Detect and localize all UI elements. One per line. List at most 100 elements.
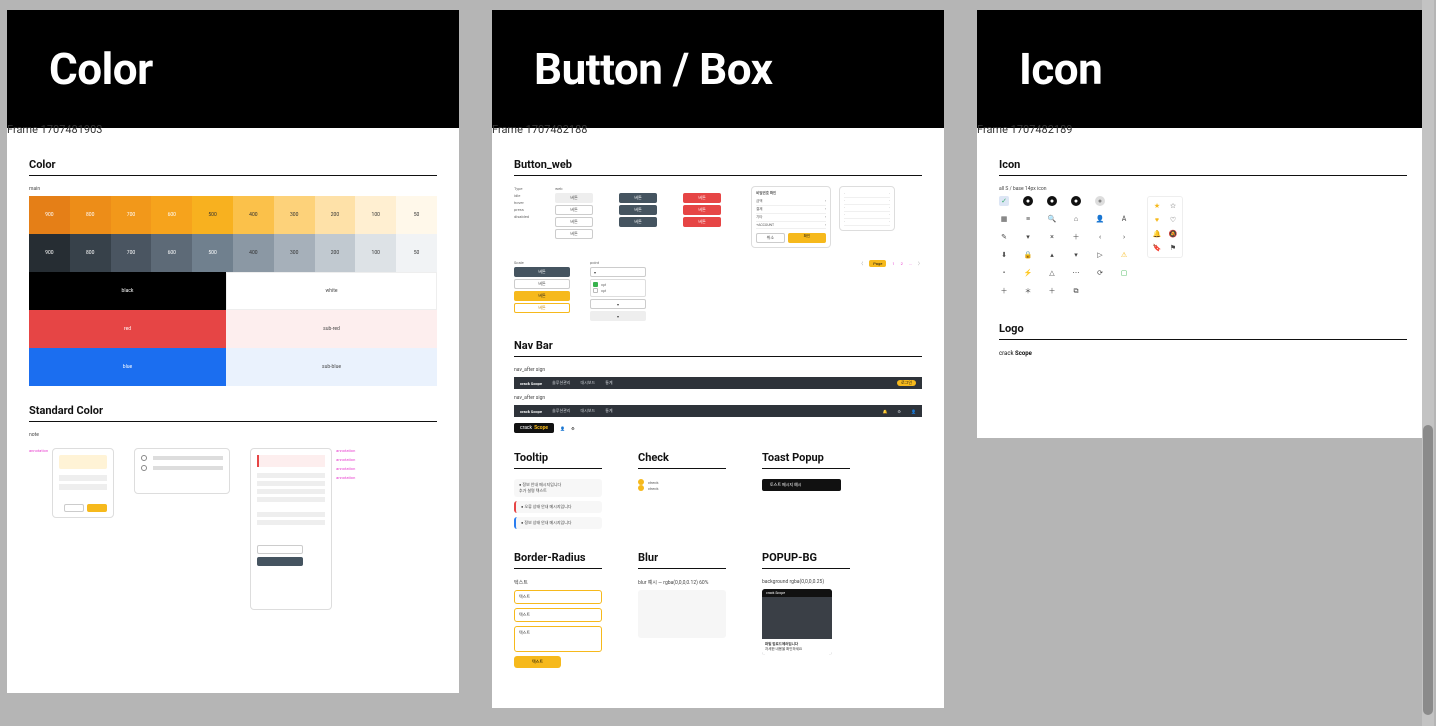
frame-icon[interactable]: Icon Frame 1707482189 Icon all S / base … [977,10,1429,716]
gear-icon[interactable]: ⚙ [897,409,901,414]
swatch[interactable]: 600 [151,234,192,272]
bolt-icon[interactable]: ⚡ [1023,268,1033,278]
scrollbar-thumb[interactable] [1423,425,1433,715]
nav-item[interactable]: 솔루션관리 [552,380,570,386]
swatch-black[interactable]: black [29,272,226,310]
confirm-button[interactable]: 확인 [788,233,827,243]
chevron-left-icon[interactable]: ‹ [1095,232,1105,242]
button[interactable]: 버튼 [619,193,657,203]
swatch[interactable]: 900 [29,196,70,234]
font-icon[interactable]: A [1119,214,1129,224]
download-icon[interactable]: ⬇ [999,250,1009,260]
button[interactable]: 버튼 [555,229,593,239]
check-square-icon[interactable]: ✓ [999,196,1009,206]
panel-button[interactable]: Button_web Type idle hover press disable… [492,128,944,708]
check-row[interactable]: check [638,485,726,491]
button[interactable]: 버튼 [555,217,593,227]
refresh-icon[interactable]: ⟳ [1095,268,1105,278]
warning-icon[interactable]: ⚠ [1119,250,1129,260]
button[interactable]: 버튼 [514,303,570,313]
edit-icon[interactable]: ✎ [999,232,1009,242]
button[interactable]: 버튼 [514,279,570,289]
swatch[interactable]: 400 [233,234,274,272]
swatch[interactable]: 100 [355,196,396,234]
dropdown[interactable]: ▾ [590,267,646,277]
bell-icon[interactable]: 🔕 [1168,229,1178,239]
figma-canvas[interactable]: Color Frame 1707481903 Color main 900 80… [0,0,1436,726]
secondary-button[interactable] [257,545,303,554]
close-icon[interactable]: × [1047,232,1057,242]
cancel-button[interactable]: 취소 [756,233,785,243]
swatch[interactable]: 800 [70,234,111,272]
bell-icon[interactable]: 🔔 [882,409,887,414]
panel-color[interactable]: Color main 900 800 700 600 500 400 300 2… [7,128,459,693]
dropdown[interactable]: ▾ [590,299,646,309]
primary-button[interactable] [257,557,303,566]
navbar[interactable]: crack Scope 솔루션관리 대시보드 통계 로그인 [514,377,922,389]
home-icon[interactable]: ⌂ [1071,214,1081,224]
circle-dark-icon[interactable]: ● [1023,196,1033,206]
login-button[interactable]: 로그인 [897,380,916,386]
vertical-scrollbar[interactable] [1422,0,1434,726]
swatch[interactable]: 200 [315,196,356,234]
swatch[interactable]: 600 [151,196,192,234]
swatch[interactable]: 900 [29,234,70,272]
nav-item[interactable]: 대시보드 [580,408,595,414]
swatch-red[interactable]: red [29,310,226,348]
play-icon[interactable]: ▷ [1095,250,1105,260]
square-green-icon[interactable]: ▢ [1119,268,1129,278]
mock-card[interactable] [52,448,114,518]
swatch-subred[interactable]: sub-red [226,310,437,348]
flag-icon[interactable]: ⚑ [1168,243,1178,253]
bell-icon[interactable]: 🔔 [1152,229,1162,239]
grid-icon[interactable]: ▦ [999,214,1009,224]
copy-icon[interactable]: ⧉ [1071,286,1081,296]
swatch[interactable]: 300 [274,234,315,272]
swatch[interactable]: 200 [315,234,356,272]
button[interactable]: 버튼 [555,205,593,215]
dot-icon[interactable]: • [999,268,1009,278]
chevron-down-icon[interactable]: ▾ [1071,250,1081,260]
swatch[interactable]: 500 [192,196,233,234]
swatch[interactable]: 800 [70,196,111,234]
list-icon[interactable]: ≡ [1023,214,1033,224]
popup-bg-demo[interactable]: crack Scope 파일 업로드에러입니다 자세한 내용을 확인하세요 [762,589,832,655]
swatch-blue[interactable]: blue [29,348,226,386]
user-icon[interactable]: 👤 [560,426,565,431]
pager-page[interactable]: Page [869,260,886,267]
swatch[interactable]: 400 [233,196,274,234]
plus-icon[interactable]: ＋ [1071,232,1081,242]
nav-item[interactable]: 대시보드 [580,380,595,386]
swatch[interactable]: 50 [396,234,437,272]
nav-item[interactable]: 통계 [605,408,612,414]
pager-n[interactable]: 2 [901,261,903,266]
mock-card[interactable] [134,448,230,494]
cancel-button[interactable] [64,504,84,512]
star-icon[interactable]: ☆ [1168,201,1178,211]
swatch-white[interactable]: white [226,272,437,310]
mock-card[interactable] [250,448,332,610]
nav-item[interactable]: 통계 [605,380,612,386]
button[interactable]: 버튼 [514,291,570,301]
lock-icon[interactable]: 🔒 [1023,250,1033,260]
search-icon[interactable]: 🔍 [1047,214,1057,224]
swatch[interactable]: 300 [274,196,315,234]
swatch[interactable]: 100 [355,234,396,272]
nav-item[interactable]: 솔루션관리 [552,408,570,414]
button[interactable]: 버튼 [619,217,657,227]
heart-icon[interactable]: ♡ [1168,215,1178,225]
button[interactable]: 버튼 [619,205,657,215]
swatch-subblue[interactable]: sub-blue [226,348,437,386]
gear-icon[interactable]: ⚙ [571,426,575,431]
swatch[interactable]: 700 [111,234,152,272]
swatch[interactable]: 500 [192,234,233,272]
frame-button[interactable]: Button / Box Frame 1707482188 Button_web… [492,10,944,716]
circle-gray-icon[interactable]: ● [1095,196,1105,206]
swatch[interactable]: 50 [396,196,437,234]
panel-icon[interactable]: Icon all S / base 14px icon ✓ ● ● ● ● ▦ … [977,128,1429,438]
circle-dark-icon[interactable]: ● [1071,196,1081,206]
chevron-down-icon[interactable]: ▾ [1023,232,1033,242]
user-icon[interactable]: 👤 [1095,214,1105,224]
user-icon[interactable]: 👤 [911,409,916,414]
asterisk-icon[interactable]: ＊ [1023,286,1033,296]
